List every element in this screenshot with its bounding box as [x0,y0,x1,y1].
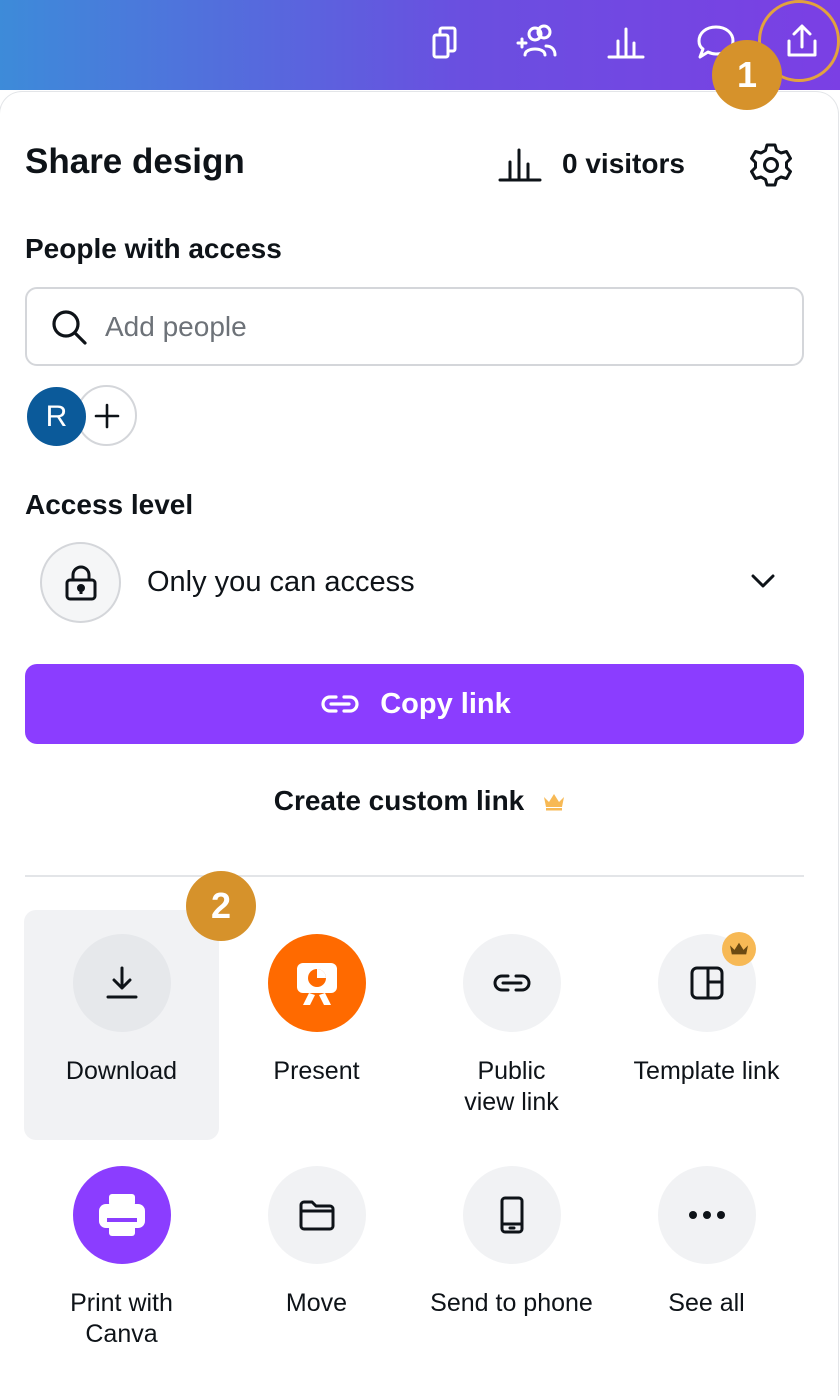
crown-icon [544,794,565,811]
chevron-down-icon [751,574,775,588]
add-people-input[interactable] [105,310,755,343]
download-circle [72,934,171,1032]
template-icon [690,966,723,1000]
present-icon [296,963,337,1005]
print-with-canva-label: Print with Canva [70,1289,173,1348]
move-circle [267,1166,366,1264]
plus-icon [94,403,119,428]
copy-link-button[interactable]: Copy link [25,664,804,744]
resize-icon[interactable] [418,14,474,70]
send-to-phone-tile[interactable]: Send to phone [414,1142,609,1372]
lock-icon [65,565,96,600]
public-view-link-label: Public view link [464,1057,559,1116]
panel-title: Share design [25,142,245,181]
add-people-search[interactable] [25,287,804,366]
present-tile[interactable]: Present [219,910,414,1140]
folder-icon [299,1200,334,1231]
print-with-canva-tile[interactable]: Print with Canva [24,1142,219,1372]
insights-icon [498,148,542,182]
insights-icon[interactable] [598,14,654,70]
visitors-button[interactable]: 0 visitors [498,144,685,184]
move-tile[interactable]: Move [219,1142,414,1372]
people-access-heading: People with access [25,233,282,264]
more-icon [688,1211,725,1219]
access-level-dropdown[interactable]: Only you can access [40,542,804,623]
download-icon [106,966,137,999]
avatar[interactable]: R [27,387,86,446]
send-to-phone-label: Send to phone [430,1289,593,1317]
see-all-tile[interactable]: See all [609,1142,804,1372]
step-marker-1: 1 [712,40,782,110]
public-link-circle [462,934,561,1032]
print-circle [72,1166,171,1264]
see-all-circle [657,1166,756,1264]
download-label: Download [65,1057,178,1085]
move-label: Move [285,1289,348,1317]
search-icon [52,309,87,345]
template-link-tile[interactable]: Template link [609,910,804,1140]
access-level-heading: Access level [25,489,194,520]
settings-gear-icon[interactable] [748,142,794,188]
template-link-circle [657,932,756,1032]
custom-link-label: Create custom link [273,785,525,816]
lock-badge [40,542,121,623]
crown-icon [729,942,748,955]
pro-crown-badge [721,932,756,966]
section-divider [25,875,804,877]
create-custom-link[interactable]: Create custom link [0,785,840,817]
link-icon [493,974,530,992]
visitors-count: 0 visitors [562,148,685,179]
printer-icon [98,1194,145,1236]
collaborate-icon[interactable] [508,14,564,70]
send-to-phone-circle [462,1166,561,1264]
access-level-value: Only you can access [147,566,415,598]
see-all-label: See all [668,1289,745,1317]
download-tile[interactable]: Download [24,910,219,1140]
link-icon [321,695,359,713]
template-link-label: Template link [633,1057,780,1085]
present-circle [267,934,366,1032]
copy-link-label: Copy link [380,687,511,720]
present-label: Present [273,1057,360,1085]
public-view-link-tile[interactable]: Public view link [414,910,609,1140]
phone-icon [500,1196,523,1234]
